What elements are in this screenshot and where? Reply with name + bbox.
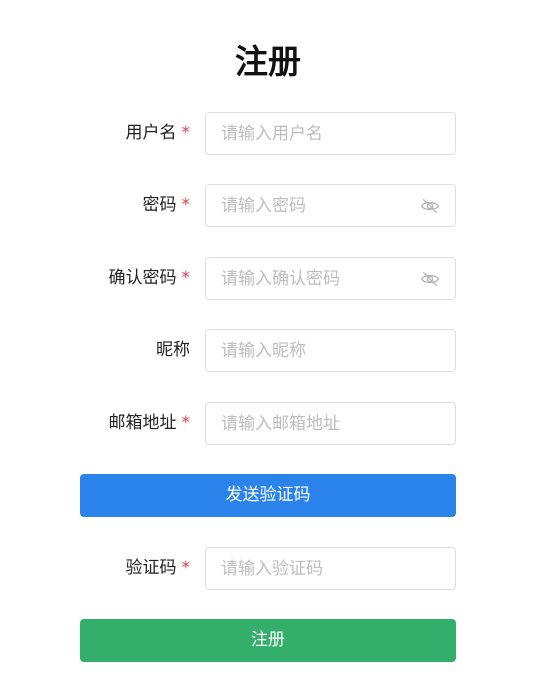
page-title: 注册 (235, 42, 301, 81)
verification-code-label-text: 验证码 (125, 558, 177, 578)
required-marker: * (181, 558, 191, 578)
eye-off-icon[interactable] (420, 269, 440, 289)
password-row: 密码 * (0, 184, 543, 227)
email-label-text: 邮箱地址 (108, 413, 177, 433)
password-input[interactable] (205, 184, 456, 227)
username-row: 用户名 * (0, 112, 543, 155)
username-label-text: 用户名 (125, 123, 177, 143)
username-input[interactable] (205, 112, 456, 155)
nickname-label: 昵称 (156, 340, 190, 360)
confirm-password-label-text: 确认密码 (108, 268, 177, 288)
email-input[interactable] (205, 402, 456, 445)
send-code-button[interactable]: 发送验证码 (80, 474, 456, 517)
confirm-password-input[interactable] (205, 257, 456, 300)
email-row: 邮箱地址 * (0, 402, 543, 445)
required-marker: * (181, 123, 191, 143)
confirm-password-row: 确认密码 * (0, 257, 543, 300)
password-label: 密码 * (143, 184, 191, 227)
verification-code-label: 验证码 * (126, 547, 191, 590)
password-label-text: 密码 (142, 195, 177, 215)
nickname-input[interactable] (205, 329, 456, 372)
eye-off-icon[interactable] (420, 196, 440, 216)
username-label: 用户名 * (126, 112, 191, 155)
register-button[interactable]: 注册 (80, 619, 456, 662)
verification-code-row: 验证码 * (0, 547, 543, 590)
required-marker: * (181, 268, 191, 288)
verification-code-input[interactable] (205, 547, 456, 590)
required-marker: * (181, 413, 191, 433)
email-label: 邮箱地址 * (109, 402, 191, 445)
required-marker: * (181, 195, 191, 215)
nickname-row: 昵称 (0, 329, 543, 372)
confirm-password-label: 确认密码 * (109, 257, 191, 300)
